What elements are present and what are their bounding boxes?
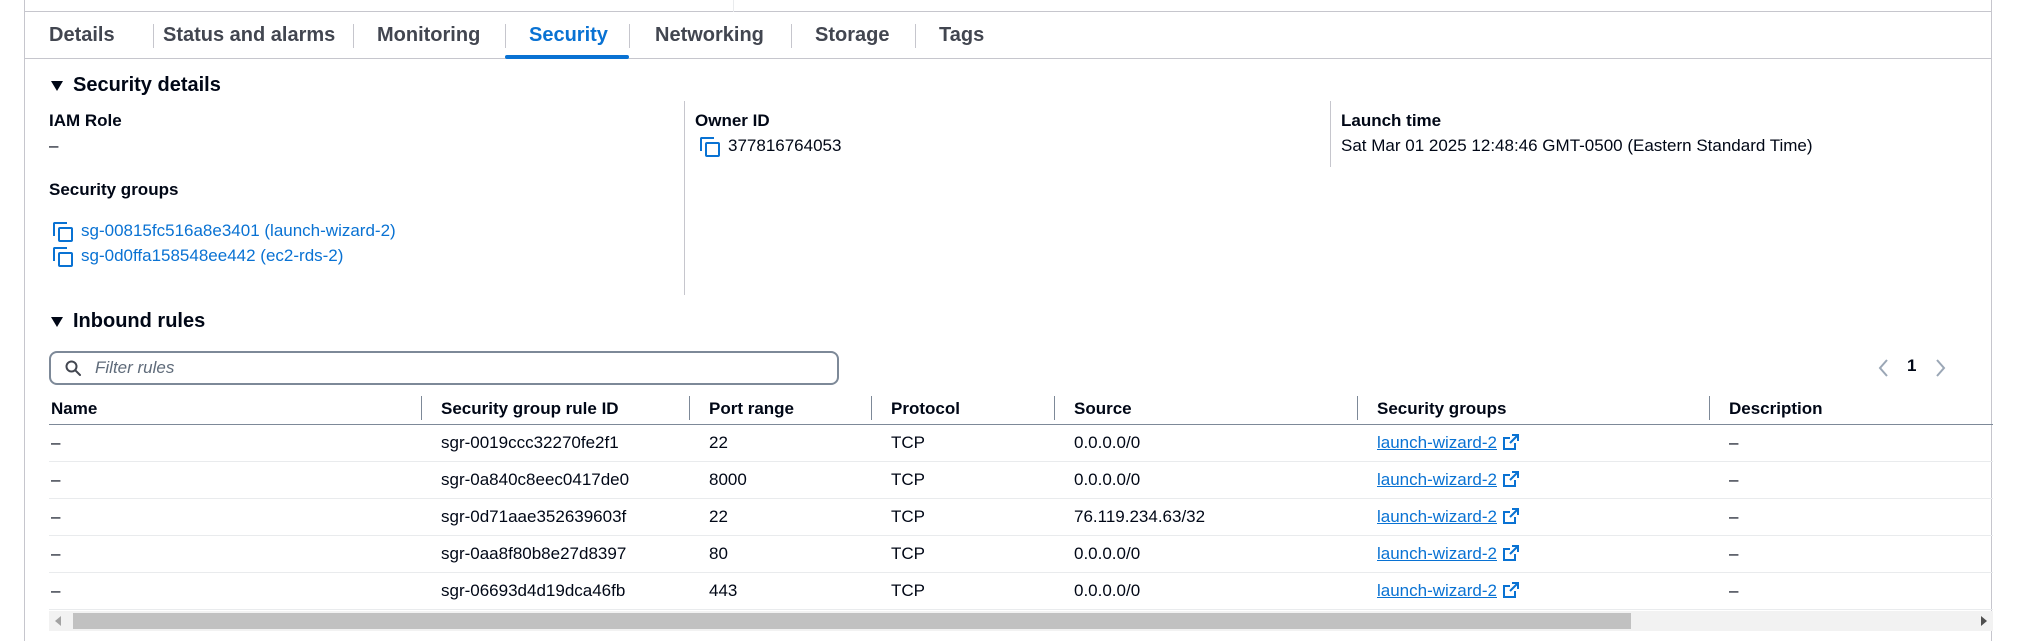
instance-details-panel: Details Status and alarms Monitoring Sec… (24, 0, 1993, 641)
cell-description: – (1729, 581, 1739, 600)
table-row[interactable]: – sgr-0019ccc32270fe2f1 22 TCP 0.0.0.0/0… (49, 425, 1993, 462)
cell-protocol: TCP (891, 507, 925, 526)
cell-port-range: 22 (709, 433, 728, 452)
iam-role-value: – (49, 136, 59, 155)
cell-port-range: 22 (709, 507, 728, 526)
column-header-protocol[interactable]: Protocol (891, 392, 960, 425)
owner-id-value: 377816764053 (728, 136, 842, 155)
security-group-link[interactable]: launch-wizard-2 (1377, 433, 1497, 452)
external-link-icon[interactable] (1503, 434, 1519, 450)
security-group-link[interactable]: sg-00815fc516a8e3401 (launch-wizard-2) (81, 221, 396, 241)
cell-port-range: 8000 (709, 470, 747, 489)
tab-monitoring[interactable]: Monitoring (377, 12, 480, 59)
external-link-icon[interactable] (1503, 545, 1519, 561)
copy-icon[interactable] (700, 137, 720, 157)
column-header-name[interactable]: Name (51, 392, 97, 425)
tab-status-and-alarms[interactable]: Status and alarms (163, 12, 335, 59)
cell-source: 0.0.0.0/0 (1074, 581, 1141, 600)
scroll-right-icon[interactable] (1981, 616, 1987, 626)
cell-source: 76.119.234.63/32 (1074, 507, 1206, 526)
cell-source: 0.0.0.0/0 (1074, 470, 1141, 489)
security-details-toggle[interactable]: Security details (49, 74, 221, 97)
cell-source: 0.0.0.0/0 (1074, 433, 1141, 452)
cell-name: – (51, 470, 61, 489)
panel-top-edge (25, 0, 1991, 12)
cell-name: – (51, 507, 61, 526)
cell-port-range: 443 (709, 581, 738, 600)
cell-rule-id: sgr-0a840c8eec0417de0 (441, 470, 630, 489)
active-tab-indicator (505, 55, 629, 59)
current-page-number[interactable]: 1 (1907, 356, 1916, 376)
cell-description: – (1729, 507, 1739, 526)
horizontal-scrollbar[interactable] (49, 611, 1993, 631)
inbound-rules-table: Name Security group rule ID Port range P… (49, 392, 1993, 610)
scrollbar-thumb[interactable] (73, 613, 1631, 629)
cell-rule-id: sgr-0aa8f80b8e27d8397 (441, 544, 627, 563)
column-header-description[interactable]: Description (1729, 392, 1823, 425)
copy-icon[interactable] (53, 247, 73, 267)
security-group-link[interactable]: launch-wizard-2 (1377, 581, 1497, 600)
cell-description: – (1729, 544, 1739, 563)
table-row[interactable]: – sgr-0a840c8eec0417de0 8000 TCP 0.0.0.0… (49, 462, 1993, 499)
column-header-security-groups[interactable]: Security groups (1377, 392, 1506, 425)
cell-description: – (1729, 433, 1739, 452)
owner-id-label: Owner ID (695, 111, 770, 130)
cell-rule-id: sgr-0019ccc32270fe2f1 (441, 433, 619, 452)
column-divider (684, 101, 685, 295)
filter-rules-field[interactable] (49, 351, 839, 385)
security-group-link[interactable]: launch-wizard-2 (1377, 544, 1497, 563)
cell-name: – (51, 433, 61, 452)
cell-protocol: TCP (891, 581, 925, 600)
column-header-source[interactable]: Source (1074, 392, 1132, 425)
cell-protocol: TCP (891, 544, 925, 563)
security-groups-label: Security groups (49, 180, 179, 199)
search-icon (65, 360, 81, 376)
external-link-icon[interactable] (1503, 471, 1519, 487)
cell-rule-id: sgr-06693d4d19dca46fb (441, 581, 626, 600)
tab-details[interactable]: Details (49, 12, 115, 59)
launch-time-label: Launch time (1341, 111, 1442, 130)
inbound-rules-title: Inbound rules (73, 310, 206, 332)
cell-description: – (1729, 470, 1739, 489)
iam-role-label: IAM Role (49, 111, 122, 130)
previous-page-icon[interactable] (1873, 355, 1895, 381)
table-row[interactable]: – sgr-06693d4d19dca46fb 443 TCP 0.0.0.0/… (49, 573, 1993, 610)
scroll-left-icon[interactable] (55, 616, 61, 626)
filter-rules-input[interactable] (95, 356, 825, 380)
tab-networking[interactable]: Networking (655, 12, 764, 59)
security-group-link[interactable]: sg-0d0ffa158548ee442 (ec2-rds-2) (81, 246, 343, 266)
external-link-icon[interactable] (1503, 582, 1519, 598)
cell-protocol: TCP (891, 433, 925, 452)
copy-icon[interactable] (53, 222, 73, 242)
cell-name: – (51, 544, 61, 563)
inbound-rules-toggle[interactable]: Inbound rules (49, 310, 205, 333)
cell-name: – (51, 581, 61, 600)
tab-storage[interactable]: Storage (815, 12, 889, 59)
caret-down-icon (51, 316, 63, 327)
cell-rule-id: sgr-0d71aae352639603f (441, 507, 627, 526)
column-header-rule-id[interactable]: Security group rule ID (441, 392, 619, 425)
column-divider (1330, 101, 1331, 167)
column-header-port-range[interactable]: Port range (709, 392, 794, 425)
tab-bar: Details Status and alarms Monitoring Sec… (25, 12, 1991, 59)
tab-tags[interactable]: Tags (939, 12, 984, 59)
cell-protocol: TCP (891, 470, 925, 489)
security-details-title: Security details (73, 74, 221, 96)
security-group-link[interactable]: launch-wizard-2 (1377, 507, 1497, 526)
cell-source: 0.0.0.0/0 (1074, 544, 1141, 563)
caret-down-icon (51, 80, 63, 91)
tab-security[interactable]: Security (529, 12, 608, 59)
security-group-link[interactable]: launch-wizard-2 (1377, 470, 1497, 489)
table-row[interactable]: – sgr-0aa8f80b8e27d8397 80 TCP 0.0.0.0/0… (49, 536, 1993, 573)
next-page-icon[interactable] (1929, 355, 1951, 381)
launch-time-value: Sat Mar 01 2025 12:48:46 GMT-0500 (Easte… (1341, 136, 1813, 155)
table-header: Name Security group rule ID Port range P… (49, 392, 1993, 425)
table-row[interactable]: – sgr-0d71aae352639603f 22 TCP 76.119.23… (49, 499, 1993, 536)
external-link-icon[interactable] (1503, 508, 1519, 524)
cell-port-range: 80 (709, 544, 728, 563)
